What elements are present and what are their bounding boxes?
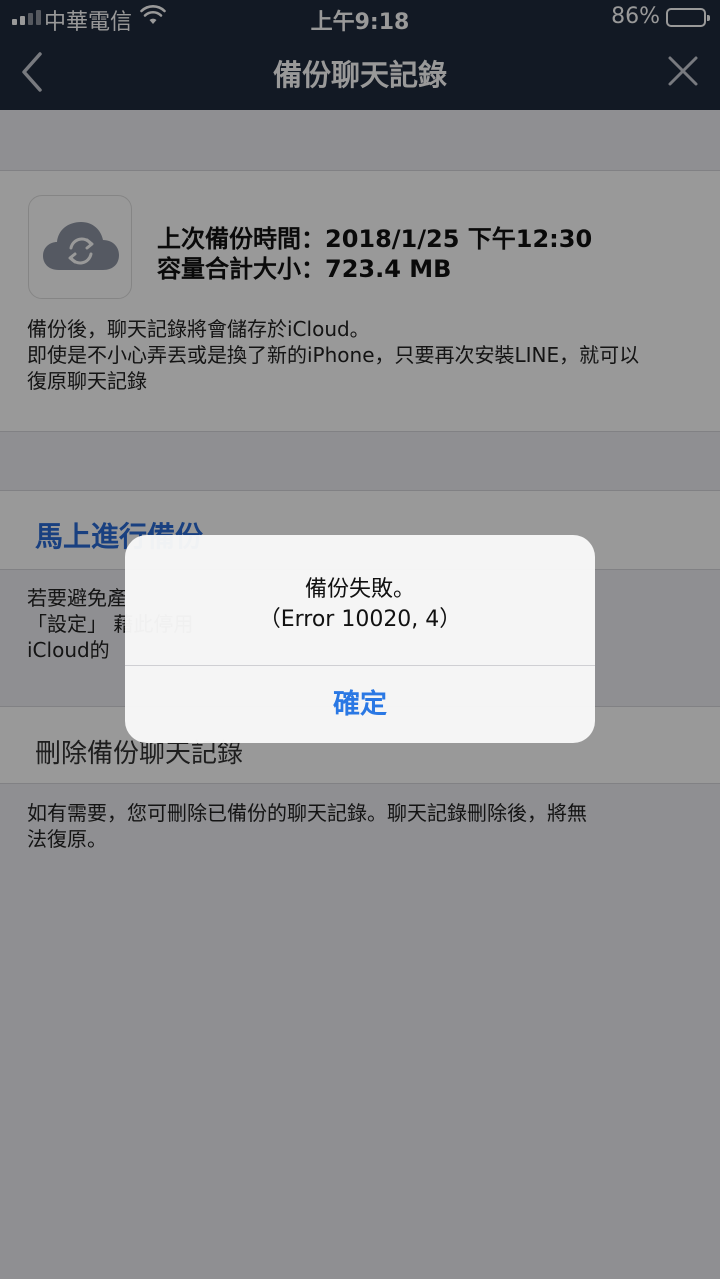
alert-message: 備份失敗。 （Error 10020, 4）: [258, 577, 462, 632]
error-alert-dialog: 備份失敗。 （Error 10020, 4） 確定: [125, 535, 595, 743]
confirm-button[interactable]: 確定: [125, 666, 595, 743]
